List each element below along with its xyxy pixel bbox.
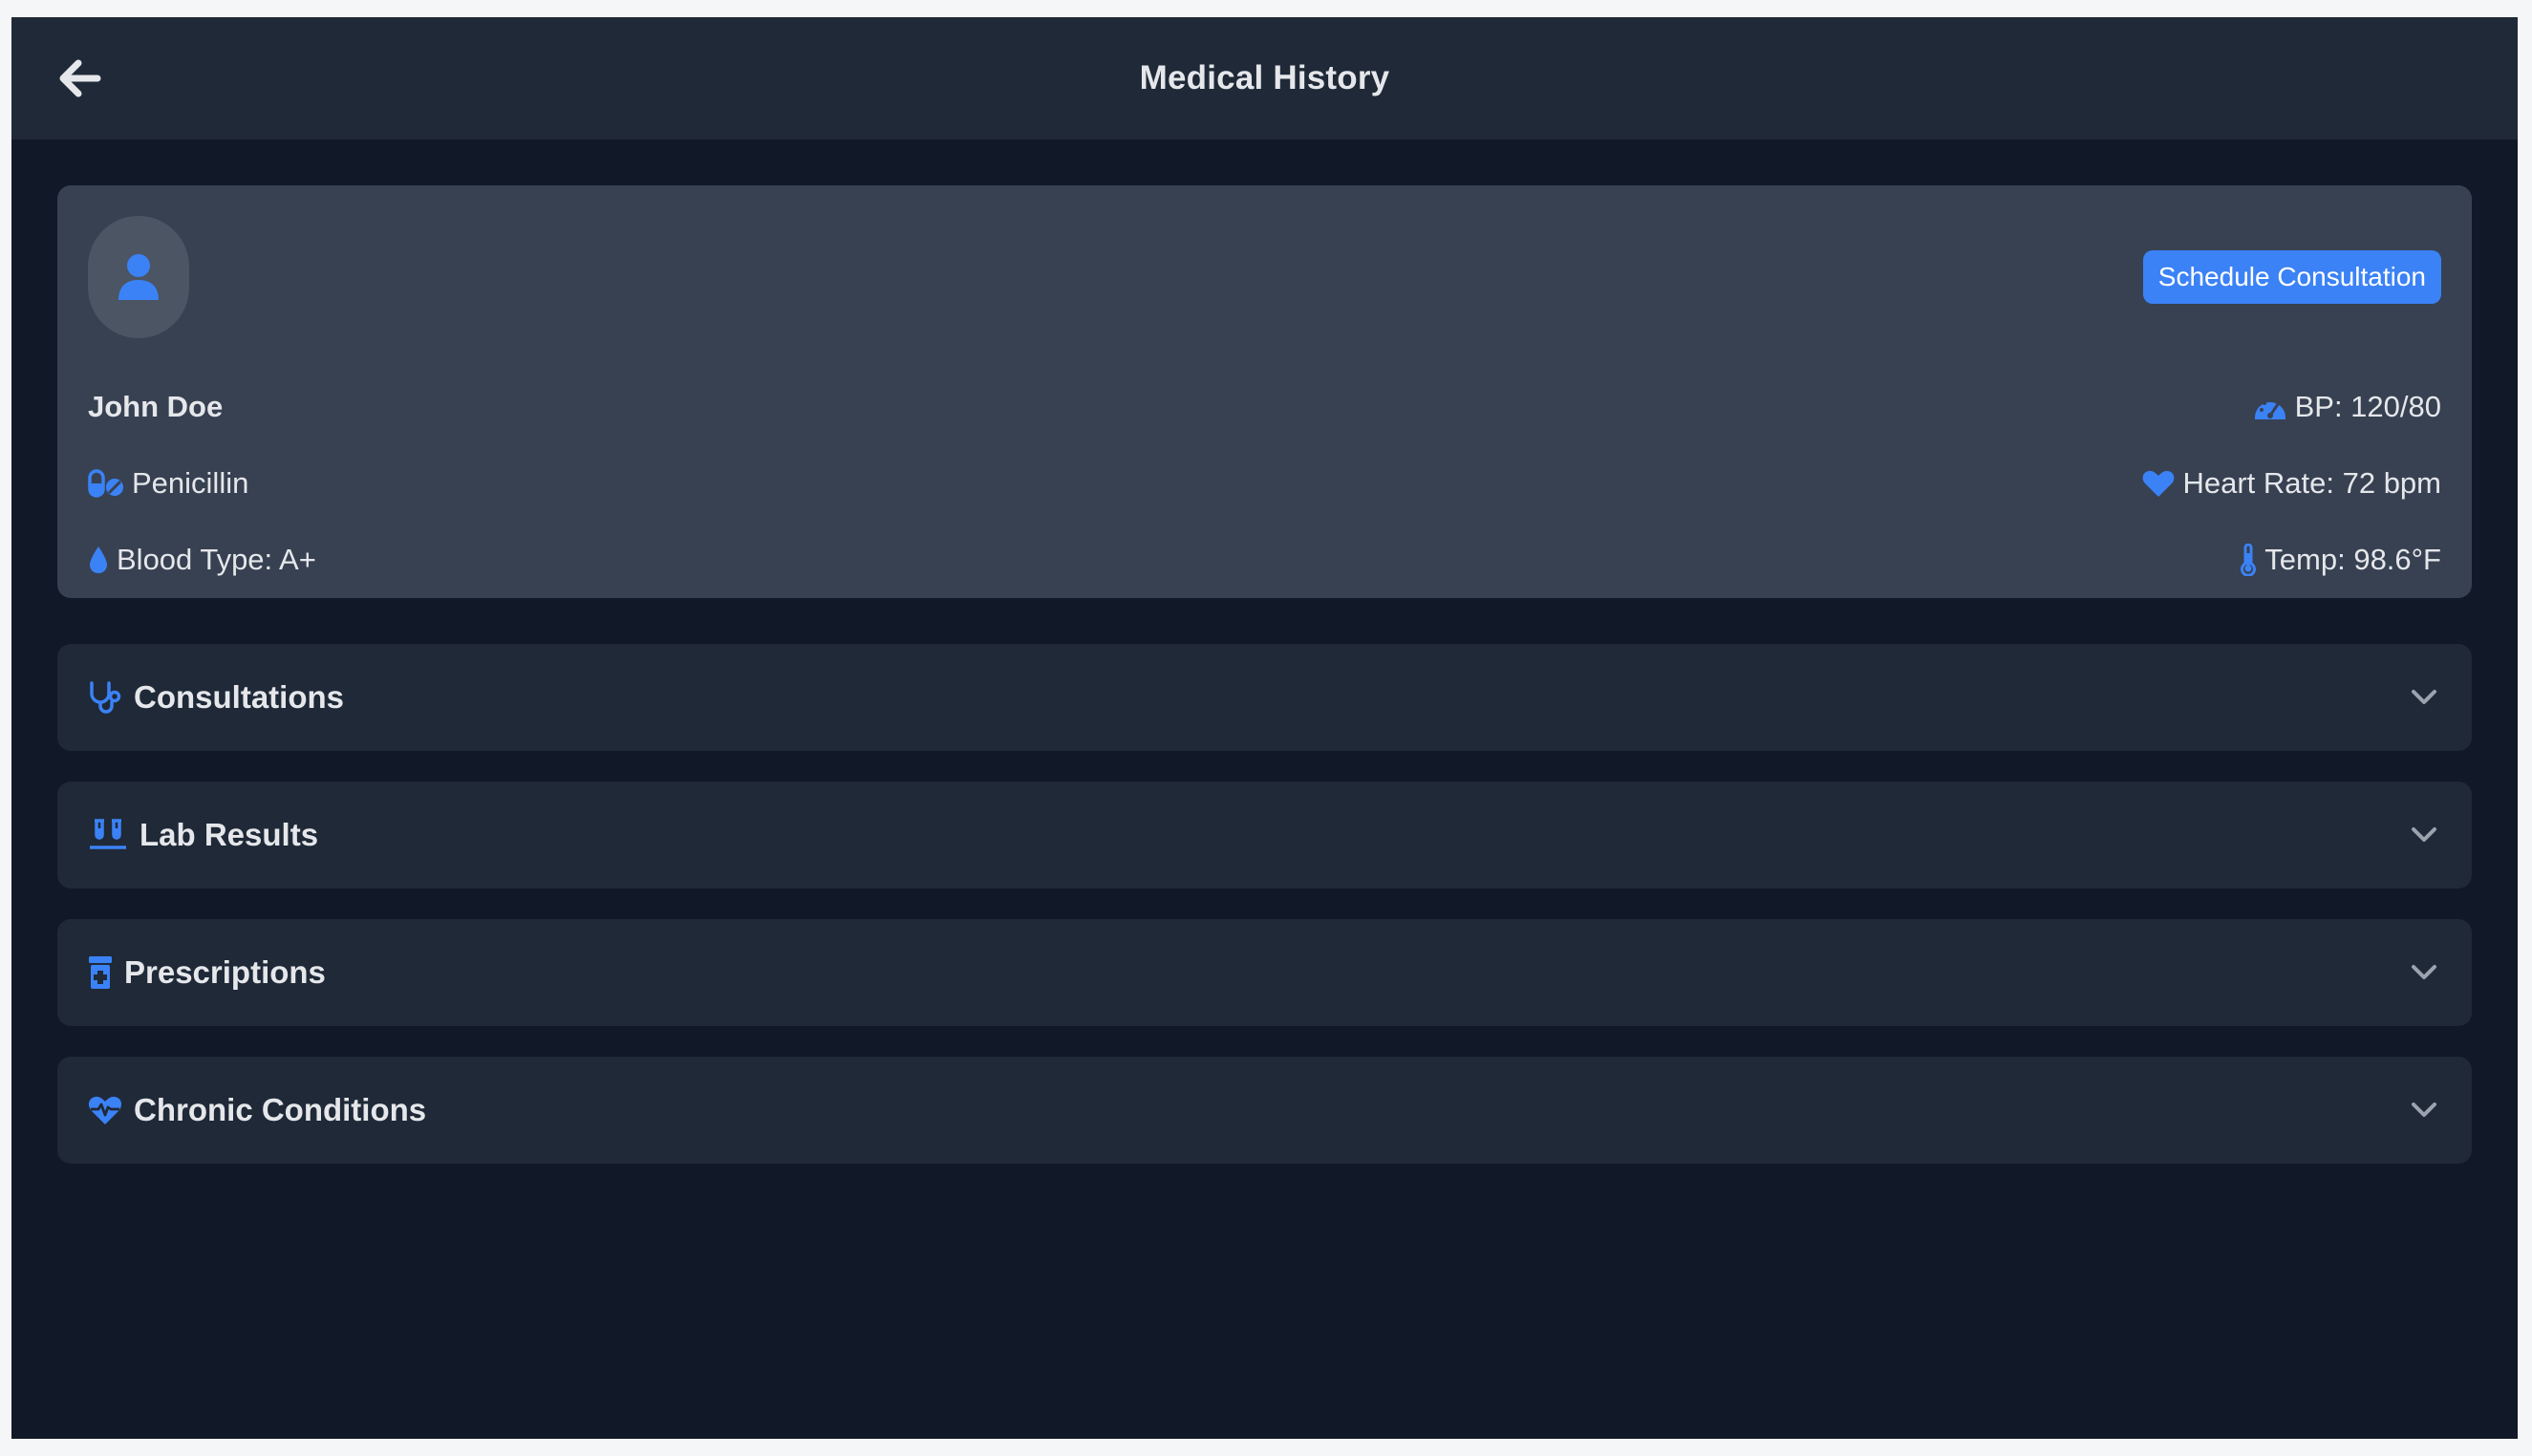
heart-rate-text: Heart Rate: 72 bpm xyxy=(2182,466,2441,500)
thermometer-icon xyxy=(2241,544,2257,576)
section-label: Chronic Conditions xyxy=(134,1092,427,1127)
prescription-bottle-icon xyxy=(89,956,112,989)
section-label: Lab Results xyxy=(139,817,319,852)
gauge-icon xyxy=(2254,398,2285,419)
heart-rate-row: Heart Rate: 72 bpm xyxy=(2142,466,2441,501)
blood-type-text: Blood Type: A+ xyxy=(117,543,316,576)
patient-name: John Doe xyxy=(88,390,224,423)
allergy-row: Penicillin xyxy=(88,466,248,501)
bp-row: BP: 120/80 xyxy=(2253,390,2441,424)
user-icon xyxy=(118,254,159,300)
chevron-down-icon xyxy=(2407,680,2441,715)
pills-icon xyxy=(88,469,123,498)
section-consultations[interactable]: Consultations xyxy=(57,644,2472,751)
chevron-down-icon xyxy=(2407,955,2441,990)
page-title: Medical History xyxy=(1139,59,1390,96)
chevron-down-icon xyxy=(2407,1093,2441,1127)
patient-summary-card: Schedule Consultation John Doe Penicilli… xyxy=(57,185,2472,598)
section-lab-results[interactable]: Lab Results xyxy=(57,782,2472,889)
blood-type-row: Blood Type: A+ xyxy=(88,543,316,577)
schedule-consultation-button[interactable]: Schedule Consultation xyxy=(2142,250,2441,304)
section-chronic-conditions[interactable]: Chronic Conditions xyxy=(57,1057,2472,1164)
allergy-text: Penicillin xyxy=(132,466,249,500)
back-button[interactable] xyxy=(52,55,105,101)
temp-text: Temp: 98.6°F xyxy=(2264,543,2441,576)
arrow-left-icon xyxy=(59,59,101,97)
heart-pulse-icon xyxy=(88,1096,122,1124)
stethoscope-icon xyxy=(90,681,121,714)
bp-text: BP: 120/80 xyxy=(2294,390,2441,423)
section-label: Prescriptions xyxy=(124,954,326,990)
app-window: Medical History Schedule Consultation Jo… xyxy=(11,17,2518,1439)
temp-row: Temp: 98.6°F xyxy=(2240,543,2441,577)
section-label: Consultations xyxy=(134,679,344,715)
test-tubes-icon xyxy=(90,819,126,849)
section-prescriptions[interactable]: Prescriptions xyxy=(57,919,2472,1026)
top-bar: Medical History xyxy=(11,17,2518,139)
avatar xyxy=(88,216,189,338)
chevron-down-icon xyxy=(2407,818,2441,852)
heart-icon xyxy=(2143,470,2175,497)
droplet-icon xyxy=(90,546,107,573)
